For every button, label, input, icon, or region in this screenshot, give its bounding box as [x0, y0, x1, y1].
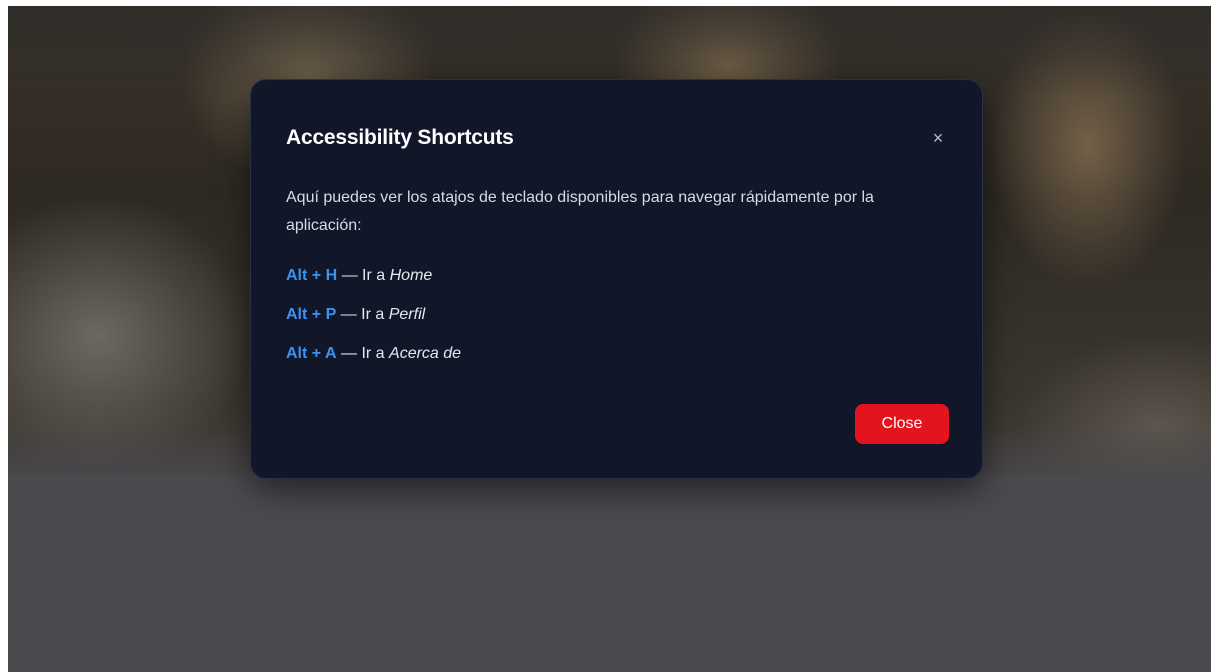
shortcut-key: Alt + H [286, 267, 338, 284]
shortcut-prefix: Ir a [361, 306, 385, 323]
shortcut-separator: — [340, 345, 357, 362]
shortcut-prefix: Ir a [361, 345, 385, 362]
shortcut-destination: Perfil [388, 306, 426, 323]
shortcut-key: Alt + P [286, 306, 337, 323]
shortcut-separator: — [340, 306, 357, 323]
shortcut-prefix: Ir a [362, 267, 386, 284]
close-icon[interactable]: × [926, 126, 950, 150]
shortcut-item-perfil: Alt + P — Ir a Perfil [286, 304, 425, 326]
shortcut-item-home: Alt + H — Ir a Home [286, 265, 432, 287]
shortcut-destination: Acerca de [389, 345, 462, 362]
shortcut-item-acerca-de: Alt + A — Ir a Acerca de [286, 343, 461, 365]
close-button[interactable]: Close [855, 404, 949, 444]
page-backdrop: Accessibility Shortcuts × Aquí puedes ve… [8, 6, 1211, 672]
shortcut-separator: — [341, 267, 358, 284]
shortcut-destination: Home [389, 267, 433, 284]
shortcut-key: Alt + A [286, 345, 337, 362]
accessibility-shortcuts-dialog: Accessibility Shortcuts × Aquí puedes ve… [250, 79, 983, 479]
dialog-title: Accessibility Shortcuts [286, 126, 514, 149]
dialog-intro-text: Aquí puedes ver los atajos de teclado di… [286, 189, 874, 234]
